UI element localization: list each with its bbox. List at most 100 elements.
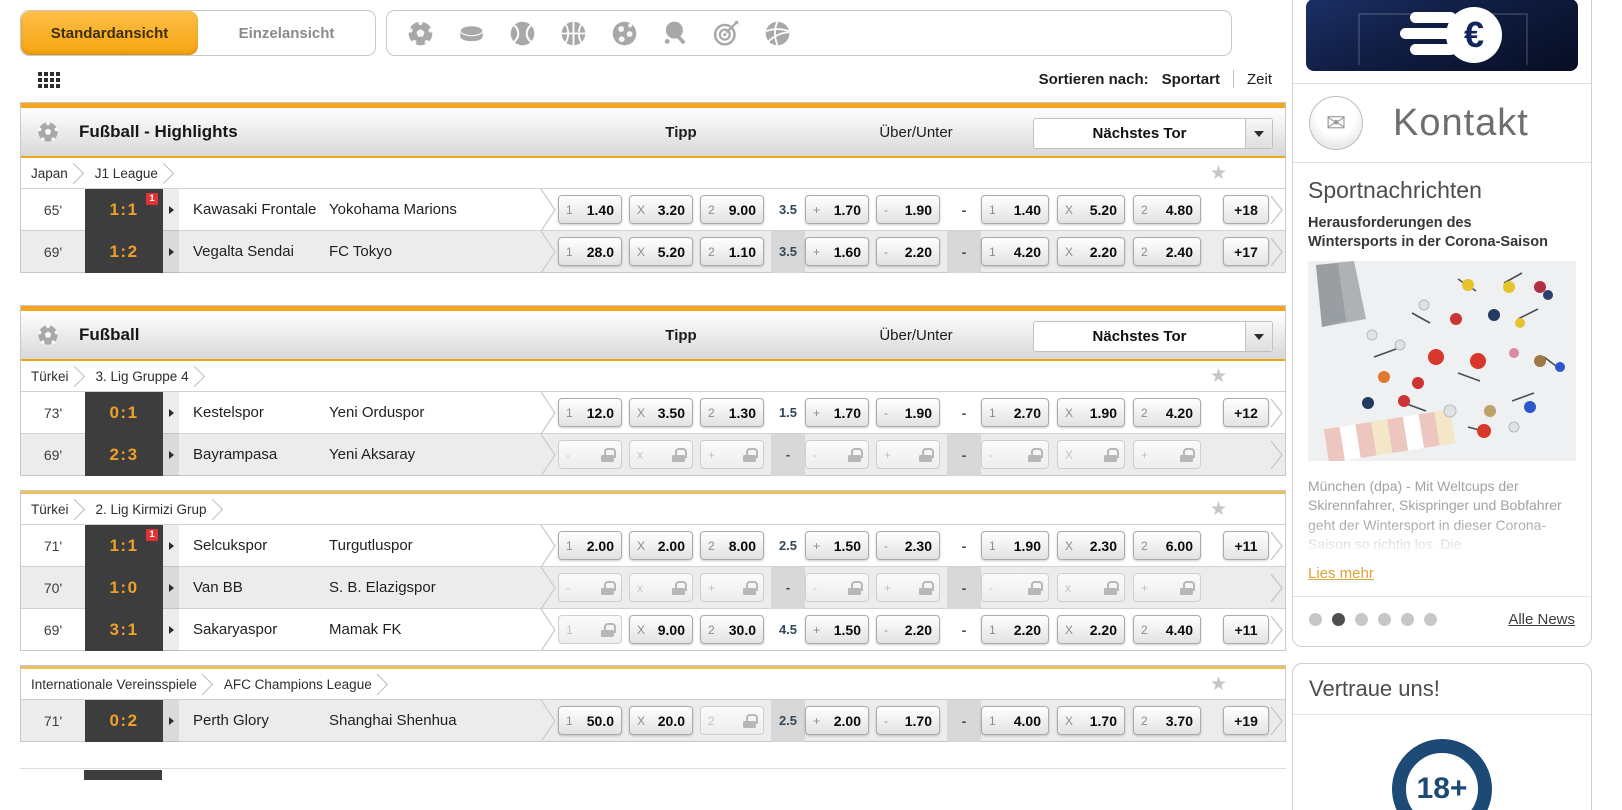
- odds-button[interactable]: -: [805, 440, 869, 469]
- odds-button[interactable]: 26.00: [1133, 531, 1201, 560]
- ice-hockey-icon[interactable]: [458, 20, 485, 47]
- odds-button[interactable]: -2.20: [876, 237, 940, 266]
- news-pagination-dot[interactable]: [1355, 613, 1368, 626]
- odds-button[interactable]: x: [629, 440, 693, 469]
- more-bets-button[interactable]: +12: [1223, 398, 1269, 427]
- contact-button[interactable]: ✉ Kontakt: [1293, 83, 1591, 163]
- odds-button[interactable]: 21.10: [700, 237, 764, 266]
- news-pagination-dot[interactable]: [1424, 613, 1437, 626]
- breadcrumb-item[interactable]: AFC Champions League: [224, 677, 372, 692]
- odds-button[interactable]: +: [876, 573, 940, 602]
- more-bets-button[interactable]: +11: [1223, 615, 1269, 644]
- sort-by-time[interactable]: Zeit: [1247, 71, 1272, 88]
- odds-button[interactable]: 11.40: [558, 195, 622, 224]
- tennis-icon[interactable]: [509, 20, 536, 47]
- odds-button[interactable]: -1.90: [876, 195, 940, 224]
- sort-by-sport[interactable]: Sportart: [1162, 71, 1220, 88]
- more-bets-button[interactable]: +18: [1223, 195, 1269, 224]
- odds-button[interactable]: x: [1057, 573, 1125, 602]
- odds-button[interactable]: +: [700, 440, 764, 469]
- grid-view-icon[interactable]: [38, 72, 60, 88]
- next-goal-dropdown[interactable]: Nächstes Tor: [1033, 321, 1273, 352]
- away-team-name[interactable]: FC Tokyo: [329, 243, 538, 260]
- odds-button[interactable]: X3.50: [629, 398, 693, 427]
- odds-button[interactable]: X1.70: [1057, 706, 1125, 735]
- odds-button[interactable]: 22.40: [1133, 237, 1201, 266]
- all-news-link[interactable]: Alle News: [1508, 611, 1575, 628]
- odds-button[interactable]: X5.20: [1057, 195, 1125, 224]
- odds-button[interactable]: X: [1057, 440, 1125, 469]
- home-team-name[interactable]: Perth Glory: [179, 712, 329, 729]
- volleyball-icon[interactable]: [764, 20, 791, 47]
- away-team-name[interactable]: Turgutluspor: [329, 537, 538, 554]
- odds-button[interactable]: X1.90: [1057, 398, 1125, 427]
- away-team-name[interactable]: Mamak FK: [329, 621, 538, 638]
- odds-button[interactable]: 11.40: [981, 195, 1049, 224]
- away-team-name[interactable]: S. B. Elazigspor: [329, 579, 538, 596]
- next-goal-dropdown[interactable]: Nächstes Tor: [1033, 118, 1273, 149]
- odds-button[interactable]: 11.90: [981, 531, 1049, 560]
- expand-arrow-icon[interactable]: [163, 525, 179, 567]
- more-bets-button[interactable]: +17: [1223, 237, 1269, 266]
- odds-button[interactable]: -2.20: [876, 615, 940, 644]
- odds-button[interactable]: 24.40: [1133, 615, 1201, 644]
- more-bets-button[interactable]: +19: [1223, 706, 1269, 735]
- favorite-star-icon[interactable]: ★: [1210, 162, 1227, 185]
- home-team-name[interactable]: Bayrampasa: [179, 446, 329, 463]
- away-team-name[interactable]: Shanghai Shenhua: [329, 712, 538, 729]
- standard-view-button[interactable]: Standardansicht: [21, 11, 198, 55]
- news-pagination-dot[interactable]: [1378, 613, 1391, 626]
- away-team-name[interactable]: Yeni Aksaray: [329, 446, 538, 463]
- away-team-name[interactable]: Yeni Orduspor: [329, 404, 538, 421]
- breadcrumb-item[interactable]: Internationale Vereinsspiele: [31, 677, 197, 692]
- odds-button[interactable]: X2.00: [629, 531, 693, 560]
- odds-button[interactable]: +1.50: [805, 531, 869, 560]
- odds-button[interactable]: 14.20: [981, 237, 1049, 266]
- odds-button[interactable]: -1.90: [876, 398, 940, 427]
- odds-button[interactable]: +1.70: [805, 398, 869, 427]
- odds-button[interactable]: X9.00: [629, 615, 693, 644]
- favorite-star-icon[interactable]: ★: [1210, 365, 1227, 388]
- home-team-name[interactable]: Sakaryaspor: [179, 621, 329, 638]
- news-pagination-dot[interactable]: [1401, 613, 1414, 626]
- promo-banner[interactable]: €: [1306, 0, 1578, 71]
- darts-icon[interactable]: [713, 20, 740, 47]
- odds-button[interactable]: 150.0: [558, 706, 622, 735]
- odds-button[interactable]: -: [981, 573, 1049, 602]
- home-team-name[interactable]: Van BB: [179, 579, 329, 596]
- expand-arrow-icon[interactable]: [163, 434, 179, 476]
- expand-arrow-icon[interactable]: [163, 700, 179, 742]
- odds-button[interactable]: 24.20: [1133, 398, 1201, 427]
- odds-button[interactable]: 230.0: [700, 615, 764, 644]
- odds-button[interactable]: +: [1133, 573, 1201, 602]
- breadcrumb-item[interactable]: J1 League: [95, 166, 158, 181]
- home-team-name[interactable]: Selcukspor: [179, 537, 329, 554]
- news-pagination-dot[interactable]: [1332, 613, 1345, 626]
- news-article-title[interactable]: Herausforderungen des Wintersports in de…: [1308, 214, 1564, 252]
- breadcrumb-item[interactable]: 2. Lig Kirmizi Grup: [96, 502, 207, 517]
- home-team-name[interactable]: Kestelspor: [179, 404, 329, 421]
- odds-button[interactable]: X20.0: [629, 706, 693, 735]
- odds-button[interactable]: x: [629, 573, 693, 602]
- odds-button[interactable]: X2.20: [1057, 237, 1125, 266]
- odds-button[interactable]: 21.30: [700, 398, 764, 427]
- odds-button[interactable]: 23.70: [1133, 706, 1201, 735]
- odds-button[interactable]: 24.80: [1133, 195, 1201, 224]
- odds-button[interactable]: -: [558, 440, 622, 469]
- away-team-name[interactable]: Yokohama Marions: [329, 201, 538, 218]
- odds-button[interactable]: X3.20: [629, 195, 693, 224]
- odds-button[interactable]: -1.70: [876, 706, 940, 735]
- expand-arrow-icon[interactable]: [163, 392, 179, 434]
- favorite-star-icon[interactable]: ★: [1210, 673, 1227, 696]
- odds-button[interactable]: +1.60: [805, 237, 869, 266]
- odds-button[interactable]: -: [805, 573, 869, 602]
- read-more-link[interactable]: Lies mehr: [1308, 565, 1374, 582]
- handball-icon[interactable]: [611, 20, 638, 47]
- more-bets-button[interactable]: +11: [1223, 531, 1269, 560]
- odds-button[interactable]: 2: [700, 706, 764, 735]
- odds-button[interactable]: 112.0: [558, 398, 622, 427]
- odds-button[interactable]: 12.00: [558, 531, 622, 560]
- odds-button[interactable]: 12.20: [981, 615, 1049, 644]
- odds-button[interactable]: +1.70: [805, 195, 869, 224]
- odds-button[interactable]: +2.00: [805, 706, 869, 735]
